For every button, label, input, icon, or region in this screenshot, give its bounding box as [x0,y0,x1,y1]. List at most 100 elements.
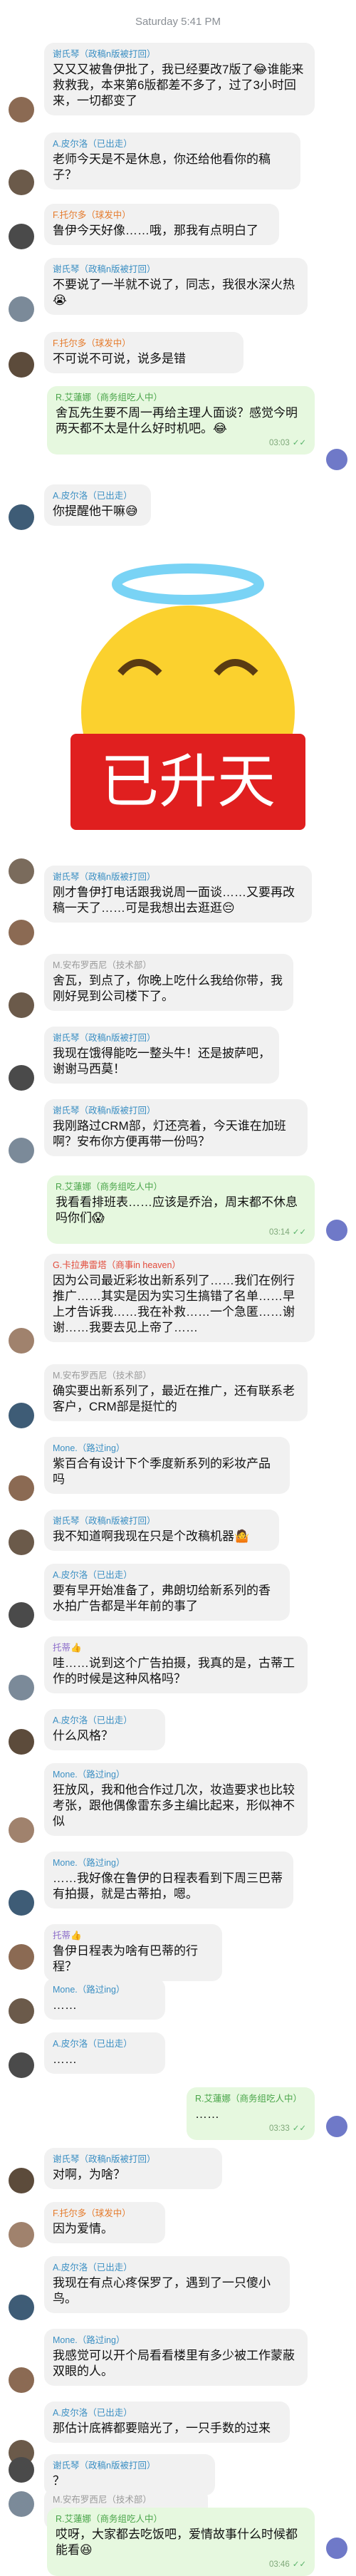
sender-name[interactable]: A.皮尔洛（已出走） [53,1715,157,1726]
message-bubble[interactable]: R.艾蓮娜（商务组吃人中） …… 03:33 ✓✓ [187,2087,315,2140]
sender-name[interactable]: R.艾蓮娜（商务组吃人中） [56,392,306,403]
message-bubble[interactable]: F.托尔多（球发中） 不可说不可说，说多是错 [44,332,244,373]
message-bubble[interactable]: A.皮尔洛（已出走） …… [44,2032,165,2074]
sender-name[interactable]: A.皮尔洛（已出走） [53,2262,281,2273]
message-bubble[interactable]: Mone.（路过ing） ……我好像在鲁伊的日程表看到下周三巴蒂有拍摄，就是古蒂拍… [44,1852,293,1908]
sender-name[interactable]: 谢氏琴（政稿n版被打回） [53,1032,271,1044]
message-bubble[interactable]: 谢氏琴（政稿n版被打回） 不要说了一半就不说了，同志，我很水深火热😭 [44,258,308,315]
sender-name[interactable]: A.皮尔洛（已出走） [53,138,292,150]
avatar[interactable] [9,2222,34,2248]
sender-name[interactable]: M.安布罗西尼（技术部） [53,960,285,971]
avatar[interactable] [9,2457,34,2483]
avatar[interactable] [9,1138,34,1163]
message-bubble[interactable]: R.艾蓮娜（商务组吃人中） 舍瓦先生要不周一再给主理人面谈？感觉今明两天都不太是什… [47,386,315,455]
sender-name[interactable]: Mone.（路过ing） [53,1443,281,1454]
message-bubble[interactable]: Mone.（路过ing） 紫百合有设计下个季度新系列的彩妆产品吗 [44,1437,290,1494]
message-bubble[interactable]: 托蒂👍 鲁伊日程表为啥有巴蒂的行程？ [44,1924,222,1981]
message-bubble[interactable]: A.皮尔洛（已出走） 什么风格？ [44,1709,165,1750]
sender-name[interactable]: 托蒂👍 [53,1642,299,1653]
message-text: …… [53,2052,77,2066]
message-bubble[interactable]: F.托尔多（球发中） 鲁伊今天好像……哦，那我有点明白了 [44,204,279,245]
avatar[interactable] [9,97,34,123]
message-bubble[interactable]: A.皮尔洛（已出走） 那估计底裤都要赔光了，一只手数的过来 [44,2401,290,2443]
avatar[interactable] [9,1944,34,1970]
avatar[interactable] [9,1328,34,1354]
avatar[interactable] [9,1403,34,1428]
avatar[interactable] [9,2367,34,2393]
sender-name[interactable]: 谢氏琴（政稿n版被打回） [53,2154,214,2165]
sender-name[interactable]: R.艾蓮娜（商务组吃人中） [56,1181,306,1193]
avatar[interactable] [9,2491,34,2517]
message-bubble[interactable]: 谢氏琴（政稿n版被打回） 又又又被鲁伊批了，我已经要改7版了😂谁能来救救我，本来第… [44,43,315,115]
sender-name[interactable]: F.托尔多（球发中） [53,338,235,349]
avatar[interactable] [9,858,34,884]
sender-name[interactable]: R.艾蓮娜（商务组吃人中） [195,2093,306,2104]
own-avatar[interactable] [326,449,347,470]
avatar[interactable] [9,1530,34,1555]
message-bubble[interactable]: A.皮尔洛（已出走） 我现在有点心疼保罗了，遇到了一只傻小鸟。 [44,2256,290,2313]
message-bubble[interactable]: A.皮尔洛（已出走） 老师今天是不是休息，你还给他看你的稿子？ [44,133,300,189]
message-bubble[interactable]: 谢氏琴（政稿n版被打回） 刚才鲁伊打电话跟我说周一面谈……又要再改稿一天了……可是… [44,866,312,923]
message-bubble[interactable]: M.安布罗西尼（技术部） 确实要出新系列了，最近在推广，还有联系老客户，CRM部是… [44,1364,308,1421]
sender-name[interactable]: A.皮尔洛（已出走） [53,490,142,502]
sender-name[interactable]: R.艾蓮娜（商务组吃人中） [56,2513,306,2525]
message-bubble[interactable]: R.艾蓮娜（商务组吃人中） 哎呀，大家都去吃饭吧，爱情故事什么时候都能看😆 03:4… [47,2508,315,2576]
read-receipt-icon: ✓✓ [292,439,306,447]
message-bubble[interactable]: 谢氏琴（政稿n版被打回） 对啊，为啥？ [44,2148,222,2189]
avatar[interactable] [9,1998,34,2024]
avatar[interactable] [9,2168,34,2193]
message-bubble[interactable]: A.皮尔洛（已出走） 你提醒他干嘛😅 [44,484,151,526]
sender-name[interactable]: 谢氏琴（政稿n版被打回） [53,1515,271,1527]
sender-name[interactable]: F.托尔多（球发中） [53,209,271,221]
message-bubble[interactable]: M.安布罗西尼（技术部） 舍瓦，到点了，你晚上吃什么我给你带，我刚好晃到公司楼下了… [44,954,293,1011]
avatar[interactable] [9,170,34,195]
sender-name[interactable]: 谢氏琴（政稿n版被打回） [53,871,303,883]
avatar[interactable] [9,1729,34,1755]
avatar[interactable] [9,1675,34,1700]
message-bubble[interactable]: F.托尔多（球发中） 因为爱情。 [44,2202,165,2243]
message-bubble[interactable]: Mone.（路过ing） 狂放风，我和他合作过几次，妆造要求也比较考张，跟他偶像雷… [44,1763,308,1836]
sender-name[interactable]: A.皮尔洛（已出走） [53,2407,281,2419]
avatar[interactable] [9,1475,34,1501]
sender-name[interactable]: A.皮尔洛（已出走） [53,1569,281,1581]
sender-name[interactable]: F.托尔多（球发中） [53,2208,157,2219]
avatar[interactable] [9,352,34,378]
message-bubble[interactable]: 谢氏琴（政稿n版被打回） 我刚路过CRM部，灯还亮着，今天谁在加班啊？安布你方便再… [44,1099,308,1156]
sender-name[interactable]: Mone.（路过ing） [53,1857,285,1869]
avatar[interactable] [9,504,34,530]
own-avatar[interactable] [326,2538,347,2559]
message-time: 03:03 [268,439,290,447]
sender-name[interactable]: 谢氏琴（政稿n版被打回） [53,264,299,275]
sender-name[interactable]: 托蒂👍 [53,1930,214,1941]
message-bubble[interactable]: R.艾蓮娜（商务组吃人中） 我看看排班表……应该是乔治，周末都不休息吗你们😱 03:… [47,1175,315,1244]
avatar[interactable] [9,296,34,322]
sender-name[interactable]: Mone.（路过ing） [53,1769,299,1780]
message-bubble[interactable]: A.皮尔洛（已出走） 要有早开始准备了，弗朗切给新系列的香水拍广告都是半年前的事了 [44,1564,290,1621]
avatar[interactable] [9,2052,34,2078]
message-bubble[interactable]: 托蒂👍 哇……说到这个广告拍摄，我真的是，古蒂工作的时候是这种风格吗？ [44,1636,308,1693]
avatar[interactable] [9,1817,34,1843]
sender-name[interactable]: M.安布罗西尼（技术部） [53,2494,199,2505]
sender-name[interactable]: 谢氏琴（政稿n版被打回） [53,1105,299,1116]
message-bubble[interactable]: G.卡拉弗雷塔（商事in heaven） 因为公司最近彩妆出新系列了……我们在例行… [44,1254,315,1342]
avatar[interactable] [9,224,34,249]
avatar[interactable] [9,992,34,1018]
sender-name[interactable]: 谢氏琴（政稿n版被打回） [53,2460,206,2471]
avatar[interactable] [9,1602,34,1628]
avatar[interactable] [9,1065,34,1091]
own-avatar[interactable] [326,2116,347,2137]
sender-name[interactable]: Mone.（路过ing） [53,2334,299,2346]
sender-name[interactable]: Mone.（路过ing） [53,1984,157,1995]
message-bubble[interactable]: 谢氏琴（政稿n版被打回） 我现在饿得能吃一整头牛！还是披萨吧，谢谢马西莫！ [44,1027,279,1084]
sender-name[interactable]: A.皮尔洛（已出走） [53,2038,157,2050]
avatar[interactable] [9,2295,34,2320]
sender-name[interactable]: 谢氏琴（政稿n版被打回） [53,48,306,60]
sender-name[interactable]: M.安布罗西尼（技术部） [53,1370,299,1381]
avatar[interactable] [9,1890,34,1916]
avatar[interactable] [9,920,34,945]
message-bubble[interactable]: Mone.（路过ing） …… [44,1978,165,2020]
message-bubble[interactable]: Mone.（路过ing） 我感觉可以开个局看看楼里有多少被工作蒙蔽双眼的人。 [44,2329,308,2386]
own-avatar[interactable] [326,1220,347,1241]
sender-name[interactable]: G.卡拉弗雷塔（商事in heaven） [53,1260,306,1271]
message-bubble[interactable]: 谢氏琴（政稿n版被打回） 我不知道啊我现在只是个改稿机器🤷 [44,1510,279,1551]
